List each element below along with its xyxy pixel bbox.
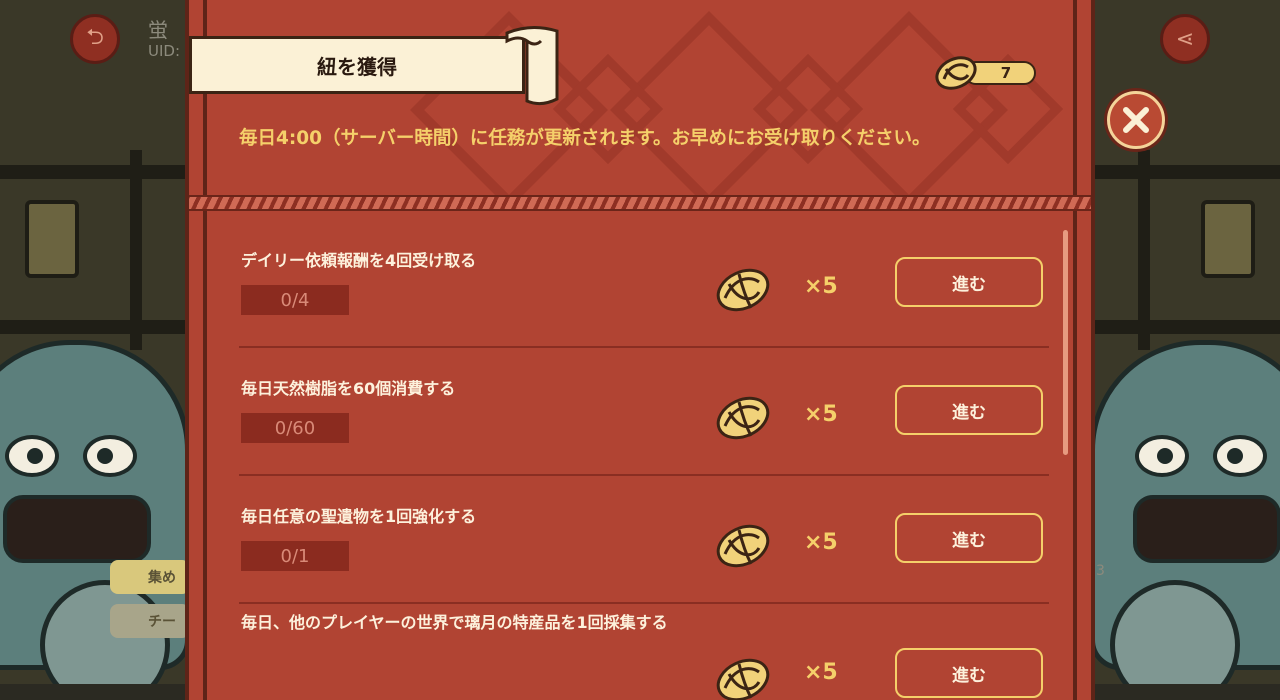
task-name: 毎日任意の聖遺物を1回強化する <box>241 507 477 526</box>
quest-panel: 紐を獲得 7 毎日4:00（サーバー時間）に任務が更新されます。お早めにお受け取… <box>185 0 1095 700</box>
task-progress: 0/60 <box>241 413 349 443</box>
list-item: 毎日任意の聖遺物を1回強化する 0/1 ×5 進む <box>239 476 1049 604</box>
panel-border <box>203 0 207 700</box>
rope-divider <box>189 195 1091 211</box>
list-item: 毎日、他のプレイヤーの世界で璃月の特産品を1回採集する ×5 進む <box>239 604 1049 700</box>
go-button[interactable]: 進む <box>895 257 1043 307</box>
go-button[interactable]: 進む <box>895 513 1043 563</box>
go-button[interactable]: 進む <box>895 648 1043 698</box>
close-icon <box>1123 107 1149 133</box>
beam <box>0 165 190 179</box>
list-item: 毎日天然樹脂を60個消費する 0/60 ×5 進む <box>239 348 1049 476</box>
knot-icon <box>935 56 977 90</box>
list-item: デイリー依頼報酬を4回受け取る 0/4 ×5 進む <box>239 220 1049 348</box>
side-tab-team[interactable]: チー <box>110 604 190 638</box>
task-name: 毎日天然樹脂を60個消費する <box>241 379 456 398</box>
panel-title: 紐を獲得 <box>189 36 525 94</box>
scroll-end-icon <box>505 26 559 106</box>
task-progress: 0/1 <box>241 541 349 571</box>
beam <box>1090 165 1280 179</box>
background-number: 3 <box>1096 563 1105 579</box>
close-button[interactable] <box>1107 91 1165 149</box>
knot-icon <box>716 396 770 440</box>
go-button[interactable]: 進む <box>895 385 1043 435</box>
post <box>1138 150 1150 350</box>
lantern <box>1201 200 1255 278</box>
task-list[interactable]: デイリー依頼報酬を4回受け取る 0/4 ×5 進む 毎日天然樹脂を60個消費する… <box>239 220 1049 700</box>
task-name: デイリー依頼報酬を4回受け取る <box>241 251 477 270</box>
post <box>130 150 142 350</box>
task-progress: 0/4 <box>241 285 349 315</box>
panel-pattern <box>209 0 1071 200</box>
share-icon[interactable]: ⋖ <box>1160 14 1210 64</box>
beam <box>0 320 190 334</box>
reward-quantity: ×5 <box>804 530 838 555</box>
notice-text: 毎日4:00（サーバー時間）に任務が更新されます。お早めにお受け取りください。 <box>239 128 931 149</box>
uid-label: UID: <box>148 42 181 60</box>
lantern <box>25 200 79 278</box>
side-tab-collect[interactable]: 集め <box>110 560 190 594</box>
reward-quantity: ×5 <box>804 660 838 685</box>
knot-icon <box>716 524 770 568</box>
panel-border <box>1073 0 1077 700</box>
knot-icon <box>716 658 770 700</box>
currency-display: 7 <box>934 56 1039 90</box>
knot-icon <box>716 268 770 312</box>
back-arrow-icon[interactable]: ⮌ <box>70 14 120 64</box>
reward-quantity: ×5 <box>804 274 838 299</box>
beam <box>1090 320 1280 334</box>
player-name: 蛍 <box>148 18 168 42</box>
scrollbar[interactable] <box>1063 230 1068 455</box>
task-name: 毎日、他のプレイヤーの世界で璃月の特産品を1回採集する <box>241 613 668 632</box>
reward-quantity: ×5 <box>804 402 838 427</box>
